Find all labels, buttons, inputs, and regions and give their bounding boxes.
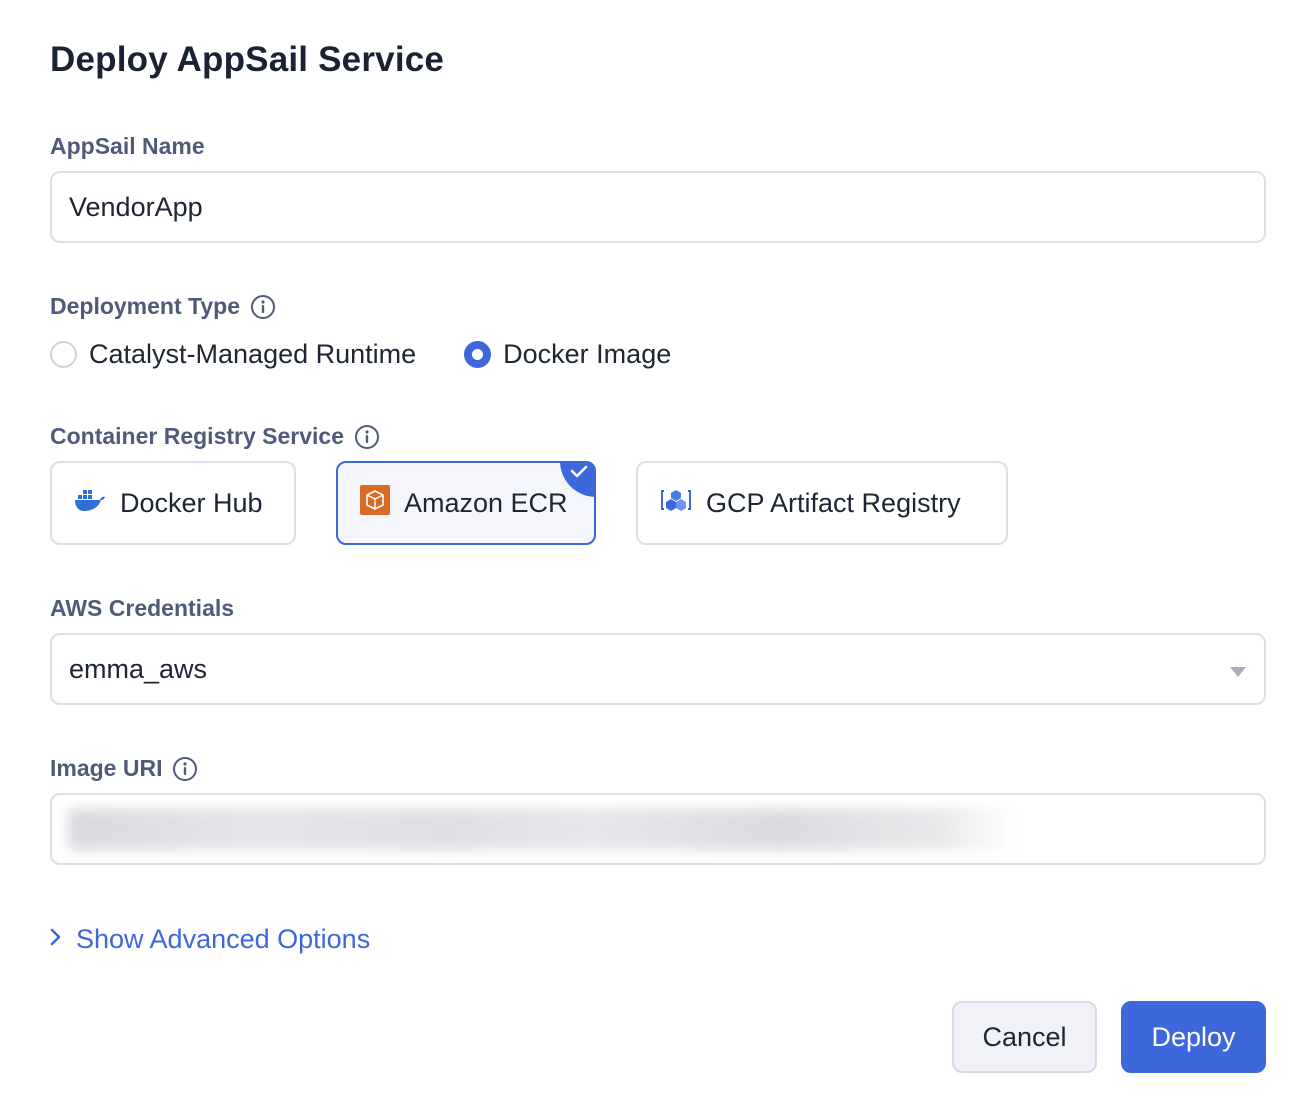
radio-checked-icon: [464, 340, 492, 368]
aws-credentials-label-text: AWS Credentials: [50, 595, 235, 621]
registry-card-docker-hub[interactable]: Docker Hub: [50, 461, 296, 545]
aws-credentials-label: AWS Credentials: [50, 595, 234, 622]
registry-label-text: Container Registry Service: [50, 423, 345, 449]
deploy-button[interactable]: Deploy: [1121, 1001, 1266, 1073]
radio-label: Docker Image: [503, 338, 672, 369]
amazon-ecr-icon: [360, 484, 390, 522]
appsail-name-input[interactable]: VendorApp: [50, 171, 1266, 243]
radio-catalyst-managed-runtime[interactable]: Catalyst-Managed Runtime: [50, 339, 416, 370]
registry-card-gcp-artifact-registry[interactable]: GCP Artifact Registry: [636, 461, 1008, 545]
radio-unchecked-icon: [50, 340, 77, 368]
chevron-right-icon: [48, 924, 64, 955]
deploy-dialog: Deploy AppSail Service AppSail Name Vend…: [0, 0, 1316, 1110]
registry-card-label: Docker Hub: [120, 487, 263, 518]
show-advanced-options-label: Show Advanced Options: [76, 924, 371, 954]
docker-icon: [74, 487, 106, 520]
appsail-name-value: VendorApp: [69, 191, 203, 222]
checkmark-icon: [560, 461, 596, 497]
image-uri-label: Image URI: [50, 755, 198, 782]
registry-card-label: Amazon ECR: [404, 487, 568, 518]
registry-card-label: GCP Artifact Registry: [706, 487, 961, 518]
info-icon[interactable]: [354, 424, 380, 450]
registry-card-amazon-ecr[interactable]: Amazon ECR: [336, 461, 596, 545]
radio-label: Catalyst-Managed Runtime: [89, 338, 417, 369]
aws-credentials-select[interactable]: emma_aws: [50, 633, 1266, 705]
show-advanced-options-link[interactable]: Show Advanced Options: [48, 924, 370, 955]
gcp-artifact-registry-icon: [660, 485, 692, 522]
cancel-button[interactable]: Cancel: [952, 1001, 1097, 1073]
radio-docker-image[interactable]: Docker Image: [464, 339, 671, 370]
info-icon[interactable]: [250, 294, 276, 320]
appsail-name-label-text: AppSail Name: [50, 133, 205, 159]
registry-options: Docker Hub Amazon ECR GCP Artifact Regis…: [50, 461, 1008, 545]
deployment-type-radio-group: Catalyst-Managed Runtime Docker Image: [50, 334, 719, 374]
image-uri-redacted-value: [68, 808, 1018, 850]
aws-credentials-value: emma_aws: [69, 653, 208, 684]
info-icon[interactable]: [172, 756, 198, 782]
registry-label: Container Registry Service: [50, 423, 380, 450]
appsail-name-label: AppSail Name: [50, 133, 205, 160]
dropdown-caret-icon: [1229, 654, 1247, 685]
image-uri-label-text: Image URI: [50, 755, 163, 781]
deployment-type-label-text: Deployment Type: [50, 293, 240, 319]
deployment-type-label: Deployment Type: [50, 293, 276, 320]
dialog-title: Deploy AppSail Service: [50, 40, 445, 79]
